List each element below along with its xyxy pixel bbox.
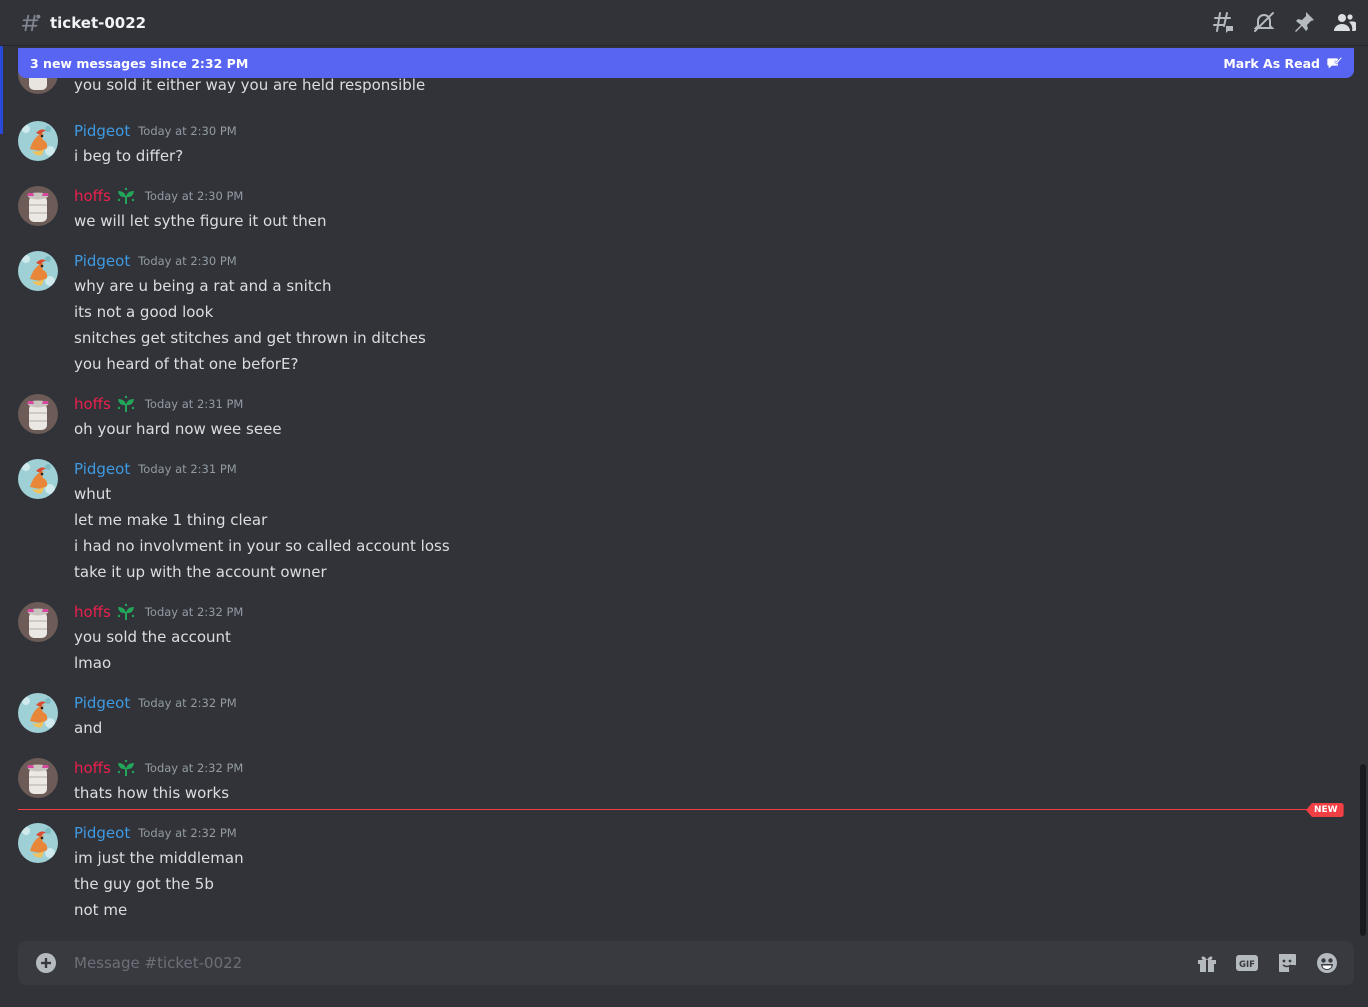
message-timestamp: Today at 2:32 PM [138,696,237,710]
avatar-hoffs[interactable] [18,758,58,798]
message-text: snitches get stitches and get thrown in … [74,329,426,347]
message-timestamp: Today at 2:30 PM [138,254,237,268]
username[interactable]: Pidgeot [74,694,130,712]
message-timestamp: Today at 2:31 PM [144,397,244,411]
message-lines: why are u being a rat and a snitch its no… [74,273,426,377]
member-list-icon[interactable] [1332,10,1356,34]
message-header: Pidgeot Today at 2:31 PM [74,459,237,479]
new-divider-label: NEW [1306,803,1344,817]
message-text: not me [74,901,128,919]
message-text: and [74,719,103,737]
message-input[interactable] [74,954,1194,972]
add-attachment-icon[interactable] [34,951,58,975]
sticker-icon[interactable] [1274,950,1300,976]
message-text: i had no involvment in your so called ac… [74,537,450,555]
message-text: let me make 1 thing clear [74,511,268,529]
partial-message: you sold it either way you are held resp… [74,76,426,94]
message-text: you heard of that one beforE? [74,355,299,373]
message-lines: you sold the account lmao [74,624,231,676]
message-header: hoffs Today at 2:32 PM [74,758,243,778]
app: ticket-0022 3 new messages since 2:32 PM… [0,0,1368,1007]
message-text: its not a good look [74,303,214,321]
sprout-badge-icon [117,603,135,620]
message-lines: oh your hard now wee seee [74,416,282,442]
gif-icon[interactable]: GIF [1234,950,1260,976]
gift-icon[interactable] [1194,950,1220,976]
message-text: we will let sythe figure it out then [74,212,327,230]
composer-actions: GIF [1194,950,1340,976]
mark-as-read-label: Mark As Read [1223,55,1320,71]
channel-header: ticket-0022 [0,0,1368,46]
avatar-hoffs[interactable] [18,602,58,642]
message-lines: whut let me make 1 thing clear i had no in… [74,481,450,585]
message-list: Pidgeot Today at 2:30 PM i beg to differ? h… [0,46,1356,938]
pin-icon[interactable] [1292,10,1316,34]
new-messages-banner[interactable]: 3 new messages since 2:32 PM Mark As Rea… [18,48,1354,78]
message-lines: and [74,715,102,741]
message-header: Pidgeot Today at 2:32 PM [74,823,237,843]
message-text: take it up with the account owner [74,563,327,581]
message-timestamp: Today at 2:30 PM [138,124,237,138]
message-text: oh your hard now wee seee [74,420,282,438]
message-header: hoffs Today at 2:30 PM [74,186,243,206]
message-lines: we will let sythe figure it out then [74,208,327,234]
username[interactable]: hoffs [74,603,111,621]
message-header: Pidgeot Today at 2:32 PM [74,693,237,713]
message-timestamp: Today at 2:30 PM [144,189,244,203]
message-timestamp: Today at 2:32 PM [144,605,244,619]
new-messages-divider [18,809,1324,810]
message-composer: GIF [18,941,1354,985]
header-toolbar [1212,10,1356,34]
message-header: hoffs Today at 2:31 PM [74,394,243,414]
avatar-pidgeot[interactable] [18,251,58,291]
message-text: i beg to differ? [74,147,184,165]
channel-title: ticket-0022 [50,13,147,32]
avatar-pidgeot[interactable] [18,693,58,733]
message-text: lmao [74,654,112,672]
channel-hash-icon [21,14,41,31]
mark-as-read-button[interactable]: Mark As Read [1223,55,1342,71]
notification-muted-icon[interactable] [1252,10,1276,34]
message-text: you sold the account [74,628,231,646]
username[interactable]: Pidgeot [74,460,130,478]
username[interactable]: hoffs [74,187,111,205]
sprout-badge-icon [117,187,135,204]
username[interactable]: hoffs [74,759,111,777]
sprout-badge-icon [117,759,135,776]
username[interactable]: Pidgeot [74,122,130,140]
sprout-badge-icon [117,395,135,412]
message-header: Pidgeot Today at 2:30 PM [74,121,237,141]
emoji-icon[interactable] [1314,950,1340,976]
message-text: whut [74,485,112,503]
threads-icon[interactable] [1212,10,1236,34]
message-text: the guy got the 5b [74,875,214,893]
avatar-pidgeot[interactable] [18,823,58,863]
message-lines: im just the middleman the guy got the 5b n… [74,845,244,923]
username[interactable]: Pidgeot [74,252,130,270]
scrollbar-thumb[interactable] [1360,764,1366,936]
svg-text:GIF: GIF [1239,960,1255,970]
avatar-hoffs[interactable] [18,394,58,434]
avatar-hoffs[interactable] [18,186,58,226]
avatar-pidgeot[interactable] [18,459,58,499]
mark-read-icon [1327,57,1342,69]
message-text: why are u being a rat and a snitch [74,277,332,295]
username[interactable]: Pidgeot [74,824,130,842]
message-timestamp: Today at 2:32 PM [144,761,244,775]
message-timestamp: Today at 2:32 PM [138,826,237,840]
new-messages-text: 3 new messages since 2:32 PM [30,55,249,71]
username[interactable]: hoffs [74,395,111,413]
message-timestamp: Today at 2:31 PM [138,462,237,476]
message-header: Pidgeot Today at 2:30 PM [74,251,237,271]
avatar-pidgeot[interactable] [18,121,58,161]
message-text: thats how this works [74,784,230,802]
message-lines: i beg to differ? [74,143,183,169]
message-lines: thats how this works [74,780,229,806]
message-header: hoffs Today at 2:32 PM [74,602,243,622]
message-text: im just the middleman [74,849,244,867]
